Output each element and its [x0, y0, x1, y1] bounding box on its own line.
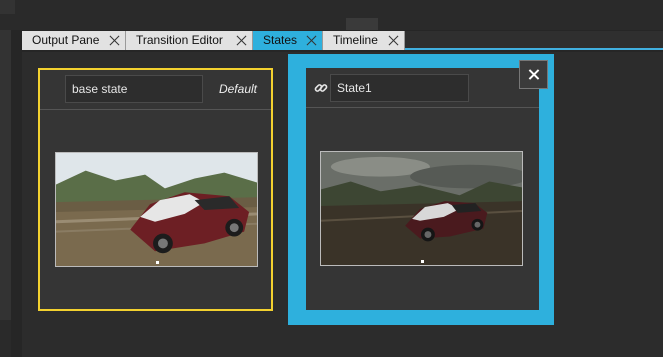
tab-bar: Output Pane Transition Editor States Tim…	[22, 31, 663, 50]
link-icon[interactable]	[314, 81, 328, 95]
tab-label: States	[263, 33, 298, 47]
carousel-dot	[156, 261, 159, 264]
state-card-header: base state Default	[40, 70, 271, 110]
state-name-field[interactable]: base state	[65, 75, 203, 103]
default-label: Default	[218, 82, 257, 96]
left-scrollbar-thumb[interactable]	[0, 30, 11, 320]
state1-card[interactable]: State1	[306, 68, 539, 310]
tab-timeline[interactable]: Timeline	[323, 31, 405, 50]
tab-states[interactable]: States	[253, 31, 323, 50]
base-state-card[interactable]: base state Default	[38, 68, 273, 311]
tab-label: Timeline	[333, 33, 378, 47]
close-icon[interactable]	[388, 35, 399, 46]
close-icon[interactable]	[109, 35, 120, 46]
tab-label: Output Pane	[32, 33, 100, 47]
state-card-header: State1	[306, 68, 539, 108]
car-preview-image	[55, 152, 258, 267]
state-name-field[interactable]: State1	[330, 74, 469, 102]
close-icon[interactable]	[236, 35, 247, 46]
close-icon[interactable]	[306, 35, 317, 46]
tab-transition-editor[interactable]: Transition Editor	[126, 31, 253, 50]
car-preview-image	[320, 151, 523, 266]
scrollbar-thumb[interactable]	[346, 18, 378, 30]
tab-output-pane[interactable]: Output Pane	[22, 31, 126, 50]
tab-label: Transition Editor	[136, 33, 223, 47]
toolbar-handle	[0, 0, 15, 14]
left-scrollbar[interactable]	[0, 30, 11, 357]
top-toolbar-strip	[0, 0, 663, 30]
carousel-dot	[421, 260, 424, 263]
close-button[interactable]	[519, 60, 548, 89]
